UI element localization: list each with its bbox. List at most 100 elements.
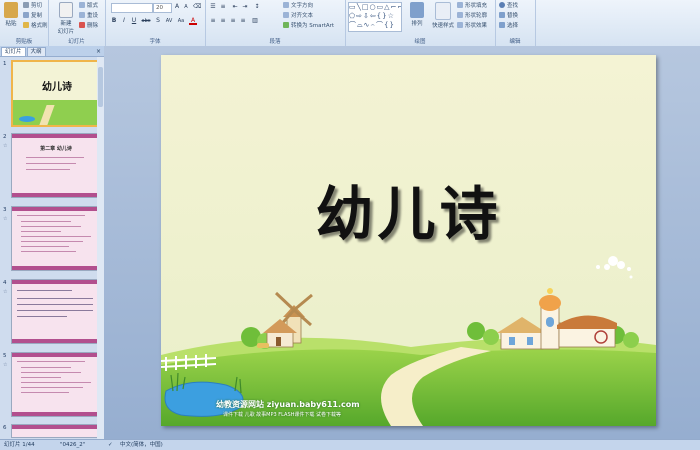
align-center-button[interactable]: ≡	[219, 17, 227, 25]
replace-button[interactable]: 替换	[499, 11, 518, 19]
thumb-text-line	[21, 382, 91, 383]
slides-group: 新建 幻灯片 版式 重设 删除 幻灯片	[48, 0, 106, 46]
shapes-gallery[interactable]: ▭╲□○▭△⌐⌐ ⬠⇨⇩⇦{}☆ ⌒⌓∿⌢⌒{}	[348, 2, 402, 32]
slide-thumbnail-6[interactable]	[11, 424, 101, 438]
slide-number: 1	[3, 61, 7, 67]
slide-canvas: 幼儿诗 幼教资源网站 ziyuan.baby611.com 课件下载 儿歌 故事…	[104, 46, 700, 439]
layout-icon	[79, 2, 85, 8]
columns-button[interactable]: ▥	[251, 17, 259, 25]
tab-outline[interactable]: 大纲	[26, 47, 46, 56]
new-slide-icon	[59, 2, 73, 18]
thumb-top-bar	[12, 207, 100, 211]
align-right-button[interactable]: ≡	[229, 17, 237, 25]
scrollbar-thumb[interactable]	[98, 67, 103, 107]
slide-thumbnail-1[interactable]: 幼儿诗	[11, 60, 103, 127]
thumb-text-line	[17, 316, 67, 317]
numbering-button[interactable]: ≡	[219, 3, 227, 11]
animation-star-icon: ☆	[3, 216, 8, 222]
thumb-text-line	[21, 226, 81, 227]
char-spacing-button[interactable]: AV	[164, 17, 174, 25]
thumb-title: 幼儿诗	[42, 82, 72, 93]
text-direction-button[interactable]: 文字方向	[283, 1, 313, 9]
font-color-button[interactable]: A	[189, 17, 197, 25]
drawing-group: ▭╲□○▭△⌐⌐ ⬠⇨⇩⇦{}☆ ⌒⌓∿⌢⌒{} 排列 快速样式 形状填充 形状轮廓…	[345, 0, 496, 46]
change-case-button[interactable]: Aa	[176, 17, 186, 25]
quick-styles-icon	[435, 2, 451, 20]
italic-button[interactable]: I	[120, 17, 128, 25]
delete-button[interactable]: 删除	[79, 21, 98, 29]
new-slide-button[interactable]: 新建 幻灯片	[56, 2, 76, 35]
slide-number: 4	[3, 280, 7, 286]
shadow-button[interactable]: S	[154, 17, 162, 25]
tab-slides[interactable]: 幻灯片	[1, 47, 26, 56]
find-button[interactable]: 查找	[499, 1, 518, 9]
quick-styles-button[interactable]: 快速样式	[429, 2, 457, 29]
thumb-text-line	[21, 372, 81, 373]
thumb-bottom-bar	[12, 339, 100, 343]
animation-star-icon: ☆	[3, 143, 8, 149]
slide-title[interactable]: 幼儿诗	[161, 167, 656, 251]
slide-thumbnail-5[interactable]	[11, 352, 101, 417]
grow-font-button[interactable]: A	[173, 3, 181, 11]
slide-thumbnail-2[interactable]: 第二章 幼儿诗	[11, 133, 101, 198]
thumb-title: 第二章 幼儿诗	[40, 146, 72, 152]
font-size-combo[interactable]: 20	[153, 3, 172, 13]
increase-indent-button[interactable]: ⇥	[241, 3, 249, 11]
slide-number: 3	[3, 207, 7, 213]
status-bar: 幻灯片 1/44 "0426_2" ✓ 中文(简体，中国)	[0, 439, 700, 450]
arrange-button[interactable]: 排列	[407, 2, 427, 27]
layout-button[interactable]: 版式	[79, 1, 98, 9]
slide-thumbnail-3[interactable]	[11, 206, 101, 271]
shrink-font-button[interactable]: A	[182, 3, 190, 11]
pen-icon	[457, 12, 463, 18]
align-left-button[interactable]: ≡	[209, 17, 217, 25]
thumb-top-bar	[12, 134, 100, 138]
slide-thumbnail-4[interactable]	[11, 279, 101, 344]
site-credit-subline: 课件下载 儿歌 故事MP3 FLASH课件下载 试卷下载等	[223, 412, 342, 418]
animation-star-icon: ☆	[3, 362, 8, 368]
editing-label: 编辑	[509, 39, 521, 45]
arrange-icon	[410, 2, 424, 18]
align-text-button[interactable]: 对齐文本	[283, 11, 313, 19]
bold-button[interactable]: B	[110, 17, 118, 25]
strikethrough-button[interactable]: abc	[140, 17, 152, 25]
thumb-text-line	[21, 231, 61, 232]
font-label: 字体	[149, 39, 161, 45]
line-spacing-button[interactable]: ↕	[253, 3, 261, 11]
select-button[interactable]: 选择	[499, 21, 518, 29]
font-name-combo[interactable]	[111, 3, 153, 13]
shape-outline-button[interactable]: 形状轮廓	[457, 11, 487, 19]
thumb-text-line	[21, 367, 71, 368]
thumb-text-line	[26, 169, 70, 170]
thumb-text-line	[21, 221, 71, 222]
panel-scrollbar[interactable]	[97, 57, 104, 439]
cut-button[interactable]: 剪切	[23, 1, 42, 9]
thumb-text-line	[26, 163, 76, 164]
current-slide[interactable]: 幼儿诗 幼教资源网站 ziyuan.baby611.com 课件下载 儿歌 故事…	[161, 55, 656, 426]
ribbon: 粘贴 剪切 复制 格式刷 剪贴板 新建 幻灯片 版式 重设 删除 幻灯片 20 …	[0, 0, 700, 47]
clear-format-button[interactable]: ⌫	[193, 3, 201, 11]
thumb-text-line	[17, 290, 72, 291]
format-painter-button[interactable]: 格式刷	[23, 21, 48, 29]
clipboard-label: 剪贴板	[15, 39, 33, 45]
thumb-text-line	[17, 361, 85, 362]
shape-effects-button[interactable]: 形状效果	[457, 21, 487, 29]
smartart-button[interactable]: 转换为 SmartArt	[283, 21, 334, 29]
copy-button[interactable]: 复制	[23, 11, 42, 19]
reset-icon	[79, 12, 85, 18]
decrease-indent-button[interactable]: ⇤	[231, 3, 239, 11]
thumb-text-line	[21, 387, 83, 388]
reset-button[interactable]: 重设	[79, 11, 98, 19]
paste-button[interactable]: 粘贴	[1, 2, 21, 27]
underline-button[interactable]: U	[130, 17, 138, 25]
thumb-top-bar	[12, 280, 100, 284]
justify-button[interactable]: ≡	[239, 17, 247, 25]
animation-star-icon: ☆	[3, 289, 8, 295]
drawing-label: 绘图	[414, 39, 426, 45]
bullets-button[interactable]: ☰	[209, 3, 217, 11]
thumb-text-line	[21, 236, 91, 237]
shape-fill-button[interactable]: 形状填充	[457, 1, 487, 9]
thumb-text-line	[17, 304, 93, 305]
panel-close-icon[interactable]: ×	[96, 48, 101, 56]
site-credit: 幼教资源网站 ziyuan.baby611.com	[216, 400, 360, 409]
